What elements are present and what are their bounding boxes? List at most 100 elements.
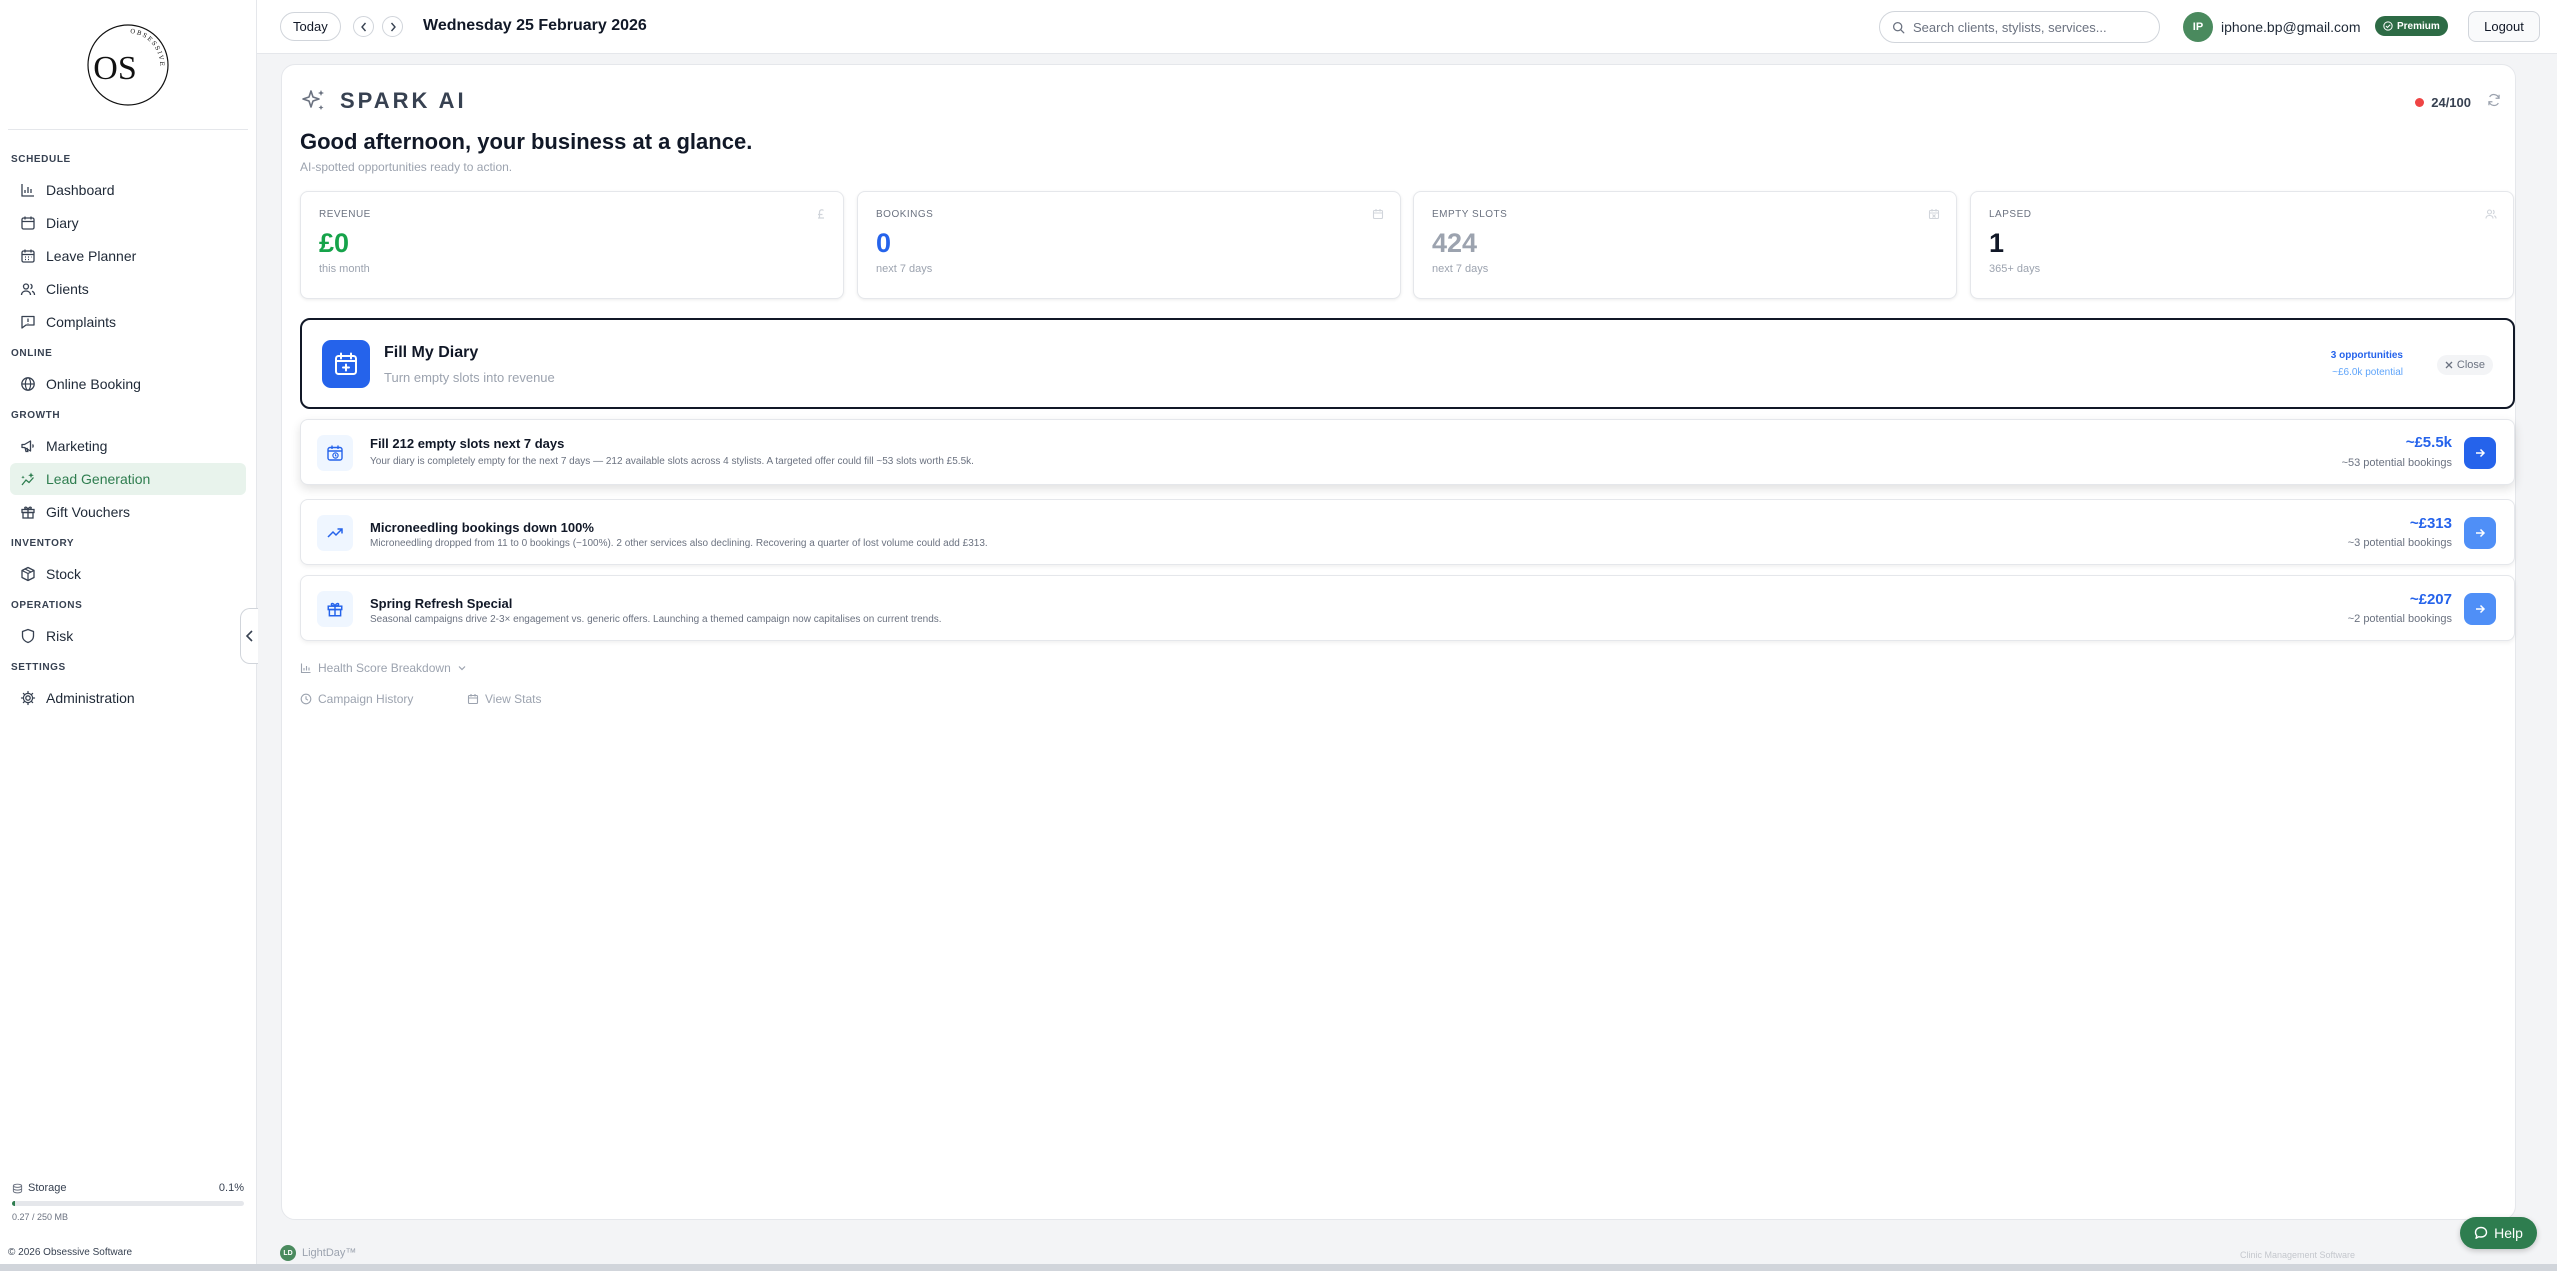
logo-area: OBSESSIVE OS bbox=[8, 0, 248, 130]
gear-icon bbox=[20, 690, 36, 706]
prev-day-button[interactable] bbox=[353, 16, 374, 37]
stat-card-revenue[interactable]: REVENUE £0 this month bbox=[300, 191, 844, 299]
sidebar-collapse-button[interactable] bbox=[240, 608, 258, 664]
status-dot bbox=[2415, 98, 2425, 107]
top-bar: Today Wednesday 25 February 2026 IP ipho… bbox=[257, 0, 2557, 54]
nav-section-growth: GROWTH bbox=[11, 410, 61, 421]
search-box[interactable] bbox=[1879, 11, 2160, 43]
app-root: OBSESSIVE OS SCHEDULE Dashboard Diary Le… bbox=[0, 0, 2557, 1271]
opportunity-desc: Seasonal campaigns drive 2-3× engagement… bbox=[370, 614, 942, 625]
opportunity-desc: Your diary is completely empty for the n… bbox=[370, 456, 974, 467]
refresh-button[interactable] bbox=[2487, 93, 2501, 112]
opportunity-title: Fill 212 empty slots next 7 days bbox=[370, 436, 565, 451]
opportunity-value: ~£313 bbox=[2409, 515, 2452, 532]
gift-icon bbox=[327, 602, 343, 617]
storage-usage: 0.27 / 250 MB bbox=[12, 1212, 69, 1222]
opportunity-title: Spring Refresh Special bbox=[370, 596, 513, 611]
view-stats-link[interactable]: View Stats bbox=[467, 692, 541, 706]
sidebar-item-gift-vouchers[interactable]: Gift Vouchers bbox=[10, 496, 246, 528]
current-date: Wednesday 25 February 2026 bbox=[423, 17, 647, 34]
health-score[interactable]: 24/100 bbox=[2415, 95, 2471, 110]
opportunity-card[interactable]: Microneedling bookings down 100% Microne… bbox=[300, 499, 2515, 565]
gift-icon bbox=[21, 506, 35, 519]
logo-text: OS bbox=[93, 50, 136, 87]
users-icon bbox=[20, 283, 36, 296]
chevron-left-icon bbox=[360, 22, 366, 31]
fill-panel-title: Fill My Diary bbox=[384, 344, 479, 361]
logout-button[interactable]: Logout bbox=[2468, 11, 2540, 42]
avatar[interactable]: IP bbox=[2183, 12, 2213, 42]
stat-value: 424 bbox=[1432, 228, 1478, 258]
campaign-history-label: Campaign History bbox=[318, 692, 414, 706]
stat-card-empty-slots[interactable]: EMPTY SLOTS 424 next 7 days bbox=[1413, 191, 1957, 299]
health-breakdown-toggle[interactable]: Health Score Breakdown bbox=[300, 661, 467, 675]
arrow-right-icon bbox=[2476, 448, 2486, 458]
stat-label: REVENUE bbox=[319, 209, 371, 220]
opportunity-bookings: ~3 potential bookings bbox=[2347, 537, 2452, 549]
today-button[interactable]: Today bbox=[280, 12, 341, 41]
opportunity-card[interactable]: Fill 212 empty slots next 7 days Your di… bbox=[300, 419, 2515, 485]
footer-brand: LD LightDay™ bbox=[280, 1245, 356, 1261]
opportunity-bookings: ~2 potential bookings bbox=[2347, 613, 2452, 625]
stats-row: REVENUE £0 this month BOOKINGS 0 next 7 … bbox=[300, 191, 2515, 299]
sidebar-item-diary[interactable]: Diary bbox=[10, 207, 246, 239]
calendar-plus-icon bbox=[335, 352, 357, 375]
help-label: Help bbox=[2494, 1225, 2523, 1241]
brand-logo[interactable]: OBSESSIVE OS bbox=[86, 23, 170, 107]
stat-card-bookings[interactable]: BOOKINGS 0 next 7 days bbox=[857, 191, 1401, 299]
sidebar-item-complaints[interactable]: Complaints bbox=[10, 306, 246, 338]
sidebar-item-dashboard[interactable]: Dashboard bbox=[10, 174, 246, 206]
campaign-history-link[interactable]: Campaign History bbox=[300, 692, 413, 706]
storage-bar-fill bbox=[12, 1201, 15, 1206]
opportunity-value: ~£5.5k bbox=[2405, 434, 2452, 451]
opportunity-card[interactable]: Spring Refresh Special Seasonal campaign… bbox=[300, 575, 2515, 641]
stat-label: BOOKINGS bbox=[876, 209, 934, 220]
bar-chart-icon bbox=[21, 184, 34, 197]
sparkle-chart-icon bbox=[21, 472, 34, 486]
stat-card-lapsed[interactable]: LAPSED 1 365+ days bbox=[1970, 191, 2514, 299]
sidebar-item-label: Lead Generation bbox=[46, 471, 151, 487]
chat-bubble-icon bbox=[2474, 1226, 2488, 1239]
storage-label-wrap: Storage bbox=[12, 1182, 67, 1194]
opportunity-action-button[interactable] bbox=[2464, 517, 2496, 549]
sidebar-item-leave-planner[interactable]: Leave Planner bbox=[10, 240, 246, 272]
opportunity-action-button[interactable] bbox=[2464, 593, 2496, 625]
storage-bar bbox=[12, 1201, 244, 1206]
next-day-button[interactable] bbox=[382, 16, 403, 37]
sidebar-item-label: Diary bbox=[46, 215, 79, 231]
opportunity-value: ~£207 bbox=[2409, 591, 2452, 608]
footer-brand-name: LightDay™ bbox=[302, 1247, 357, 1259]
search-icon bbox=[1892, 21, 1905, 33]
message-alert-icon bbox=[21, 315, 35, 329]
search-input[interactable] bbox=[1913, 19, 2143, 35]
opportunity-title: Microneedling bookings down 100% bbox=[370, 520, 594, 535]
stat-label: EMPTY SLOTS bbox=[1432, 209, 1508, 220]
sidebar-item-administration[interactable]: Administration bbox=[10, 682, 246, 714]
sidebar-item-marketing[interactable]: Marketing bbox=[10, 430, 246, 462]
premium-badge: Premium bbox=[2375, 16, 2448, 36]
sidebar-item-label: Risk bbox=[46, 628, 74, 644]
opportunity-icon-wrap bbox=[317, 515, 353, 551]
stat-value: 1 bbox=[1989, 228, 2005, 258]
opportunity-action-button[interactable] bbox=[2464, 437, 2496, 469]
stat-sub: next 7 days bbox=[876, 263, 933, 275]
pound-icon bbox=[818, 209, 824, 219]
fill-my-diary-panel[interactable]: Fill My Diary Turn empty slots into reve… bbox=[300, 318, 2515, 409]
sidebar-item-clients[interactable]: Clients bbox=[10, 273, 246, 305]
opportunity-icon-wrap bbox=[317, 435, 353, 471]
sidebar-item-lead-generation[interactable]: Lead Generation bbox=[10, 463, 246, 495]
storage-label: Storage bbox=[28, 1182, 67, 1194]
sidebar-item-label: Gift Vouchers bbox=[46, 504, 131, 520]
lightday-logo: LD bbox=[280, 1245, 296, 1261]
chevron-down-icon bbox=[458, 666, 466, 671]
sidebar-item-label: Complaints bbox=[46, 314, 117, 330]
sidebar-item-online-booking[interactable]: Online Booking bbox=[10, 368, 246, 400]
help-button[interactable]: Help bbox=[2460, 1217, 2537, 1249]
sidebar-item-risk[interactable]: Risk bbox=[10, 620, 246, 652]
health-breakdown-label: Health Score Breakdown bbox=[318, 661, 451, 675]
sparkles-icon bbox=[302, 90, 324, 110]
stat-value: 0 bbox=[876, 228, 892, 258]
close-icon bbox=[2445, 361, 2453, 369]
sidebar-item-stock[interactable]: Stock bbox=[10, 558, 246, 590]
close-button[interactable]: Close bbox=[2436, 355, 2493, 375]
